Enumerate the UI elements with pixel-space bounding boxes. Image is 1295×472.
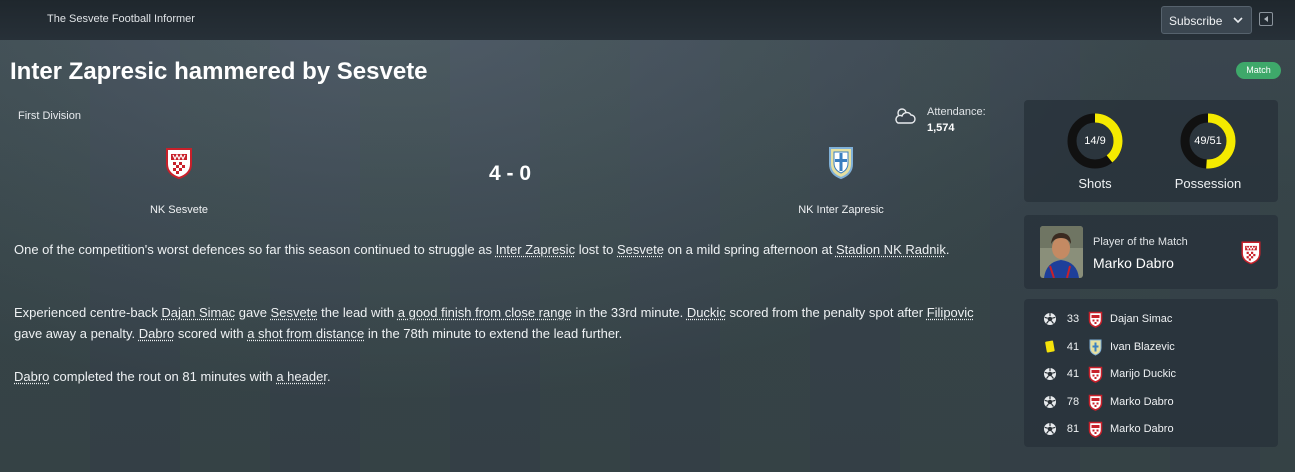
event-row[interactable]: 81 Marko Dabro [1024,419,1278,441]
attendance-label: Attendance: [927,106,986,118]
football-icon [1044,313,1056,325]
report-paragraph-2: Experienced centre-back Dajan Simac gave… [14,302,1004,344]
report-text: in the 33rd minute. [571,305,687,320]
event-player[interactable]: Dajan Simac [1110,313,1172,325]
player-link-filipovic[interactable]: Filipovic [927,305,974,320]
event-row[interactable]: 41 Ivan Blazevic [1024,337,1278,359]
match-tag[interactable]: Match [1236,62,1281,79]
report-text: completed the rout on 81 minutes with [49,369,277,384]
home-team-badge-small [1088,394,1103,411]
article-headline: Inter Zapresic hammered by Sesvete [10,58,428,85]
stadium-link[interactable]: Stadion NK Radnik [836,242,946,257]
football-icon [1044,423,1056,435]
chevron-left-icon [1264,16,1268,22]
player-link-duckic[interactable]: Duckic [687,305,726,320]
possession-value: 49/51 [1194,135,1222,147]
publisher-name: The Sesvete Football Informer [47,13,195,25]
report-text: scored with [174,326,248,341]
shots-value: 14/9 [1084,135,1106,147]
player-of-the-match-panel[interactable]: Player of the Match Marko Dabro [1024,215,1278,289]
event-minute: 41 [1066,368,1080,380]
subscribe-button[interactable]: Subscribe [1161,6,1252,34]
report-text: lost to [575,242,617,257]
report-text: . [945,242,950,257]
shots-caption: Shots [1078,176,1112,191]
potm-player-name[interactable]: Marko Dabro [1093,255,1174,271]
player-link-dabro[interactable]: Dabro [14,369,49,384]
team-link-sesvete[interactable]: Sesvete [617,242,664,257]
report-text: One of the competition's worst defences … [14,242,496,257]
potm-label: Player of the Match [1093,236,1188,248]
chevron-down-icon [1233,17,1243,24]
match-score: 4 - 0 [488,162,532,185]
player-link-dabro[interactable]: Dabro [139,326,174,341]
event-row[interactable]: 41 Marijo Duckic [1024,364,1278,386]
event-player[interactable]: Ivan Blazevic [1110,341,1175,353]
event-minute: 81 [1066,423,1080,435]
report-text: scored from the penalty spot after [725,305,927,320]
report-text: in the 78th minute to extend the lead fu… [364,326,623,341]
event-minute: 33 [1066,313,1080,325]
match-stats-panel: 14/9 Shots 49/51 Possession [1024,100,1278,202]
attendance-value: 1,574 [927,122,955,134]
match-events-panel: 33 Dajan Simac 41 Ivan Blazevic 41 Marij… [1024,299,1278,447]
potm-team-badge [1241,241,1261,265]
football-icon [1044,396,1056,408]
report-text: . [326,369,331,384]
avatar [1040,226,1083,278]
team-link-sesvete[interactable]: Sesvete [271,305,318,320]
report-text: the lead with [317,305,398,320]
event-minute: 41 [1066,341,1080,353]
home-team-badge-small [1088,366,1103,383]
report-text: gave [235,305,271,320]
away-team-badge[interactable] [828,146,854,180]
home-team-badge-small [1088,421,1103,438]
report-text: on a mild spring afternoon at [663,242,836,257]
event-row[interactable]: 33 Dajan Simac [1024,309,1278,331]
home-team-badge[interactable] [164,146,194,180]
event-player[interactable]: Marko Dabro [1110,396,1174,408]
subscribe-label: Subscribe [1169,14,1223,28]
player-link-dajan-simac[interactable]: Dajan Simac [161,305,235,320]
top-bar: The Sesvete Football Informer Subscribe [0,0,1295,40]
report-text: gave away a penalty. [14,326,139,341]
yellow-card-icon [1045,340,1055,353]
home-team-badge-small [1088,311,1103,328]
competition-name[interactable]: First Division [18,110,81,122]
away-team-badge-small [1089,339,1102,356]
event-player[interactable]: Marko Dabro [1110,423,1174,435]
event-minute: 78 [1066,396,1080,408]
cloud-icon [895,108,916,124]
goal-link-shot-from-distance[interactable]: a shot from distance [247,326,364,341]
report-text: Experienced centre-back [14,305,162,320]
team-link-inter-zapresic[interactable]: Inter Zapresic [496,242,575,257]
home-team-name[interactable]: NK Sesvete [79,204,279,216]
report-paragraph-3: Dabro completed the rout on 81 minutes w… [14,366,1004,387]
goal-link-close-range[interactable]: a good finish from close range [398,305,572,320]
football-icon [1044,368,1056,380]
away-team-name[interactable]: NK Inter Zapresic [741,204,941,216]
possession-caption: Possession [1174,176,1242,191]
event-player[interactable]: Marijo Duckic [1110,368,1176,380]
event-row[interactable]: 78 Marko Dabro [1024,392,1278,414]
goal-link-header[interactable]: a header [276,369,327,384]
report-paragraph-1: One of the competition's worst defences … [14,239,1004,260]
collapse-panel-button[interactable] [1259,12,1273,26]
